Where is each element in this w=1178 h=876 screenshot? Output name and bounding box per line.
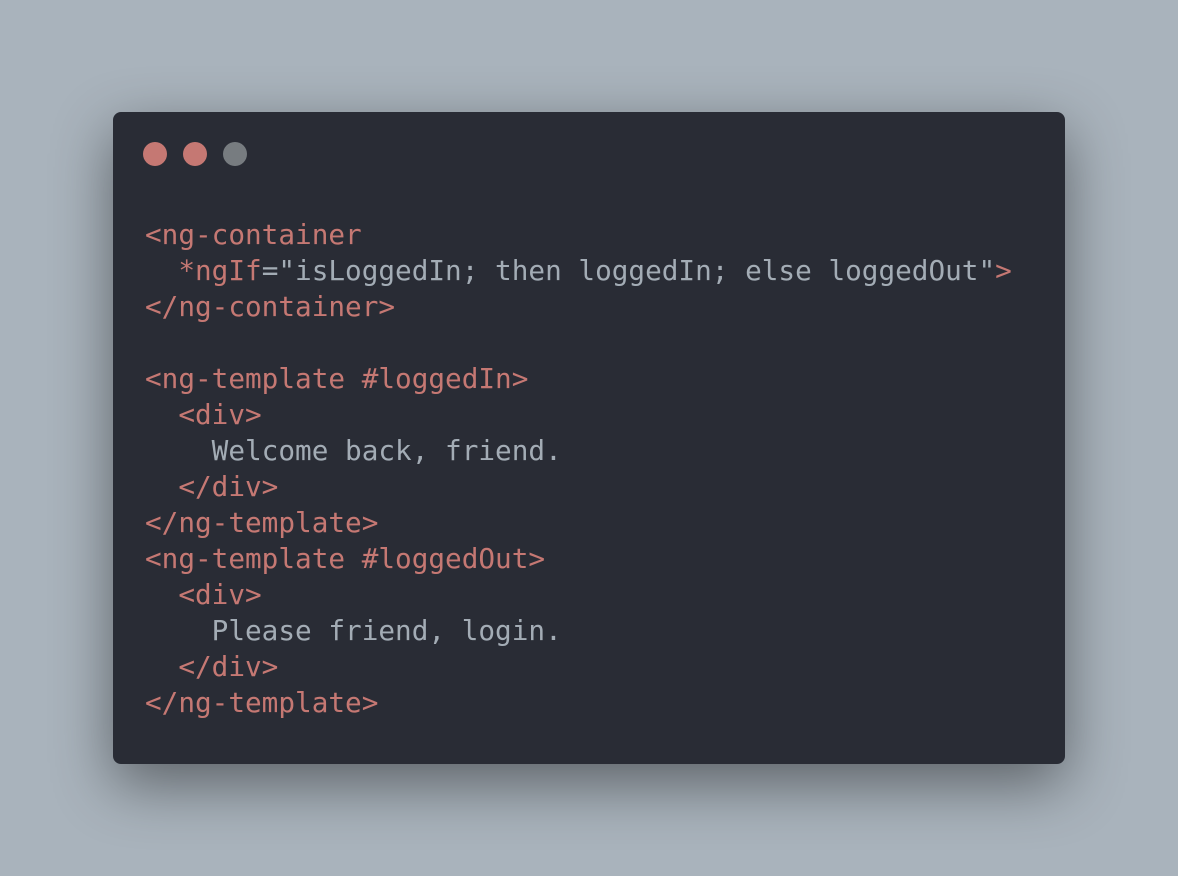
code-line: <ng-template #loggedIn> bbox=[145, 361, 1012, 397]
code-token-tag: <div> bbox=[145, 578, 262, 611]
minimize-dot-icon bbox=[183, 142, 207, 166]
code-line: <div> bbox=[145, 577, 1012, 613]
code-token-tag: </div> bbox=[145, 470, 279, 503]
code-token-tag: </ng-template> bbox=[145, 686, 379, 719]
code-token-tag: </div> bbox=[145, 650, 279, 683]
code-line: Please friend, login. bbox=[145, 613, 1012, 649]
code-token-tag: <div> bbox=[145, 398, 262, 431]
code-line: <div> bbox=[145, 397, 1012, 433]
code-token-tag: <ng-template #loggedOut> bbox=[145, 542, 546, 575]
code-line: <ng-container bbox=[145, 217, 1012, 253]
code-token-tag: *ngIf bbox=[145, 254, 262, 287]
code-line: </div> bbox=[145, 469, 1012, 505]
maximize-dot-icon bbox=[223, 142, 247, 166]
code-window: <ng-container *ngIf="isLoggedIn; then lo… bbox=[113, 112, 1065, 764]
code-line: Welcome back, friend. bbox=[145, 433, 1012, 469]
code-line: </ng-container> bbox=[145, 289, 1012, 325]
code-token-text: Welcome back, friend. bbox=[145, 434, 562, 467]
code-token-tag: > bbox=[995, 254, 1012, 287]
code-token-text: ="isLoggedIn; then loggedIn; else logged… bbox=[261, 254, 996, 287]
code-line: <ng-template #loggedOut> bbox=[145, 541, 1012, 577]
code-line: </ng-template> bbox=[145, 685, 1012, 721]
code-token-tag: </ng-template> bbox=[145, 506, 379, 539]
code-token-tag: <ng-template #loggedIn> bbox=[145, 362, 529, 395]
code-token-tag: <ng-container bbox=[145, 218, 362, 251]
code-line: </ng-template> bbox=[145, 505, 1012, 541]
code-line: *ngIf="isLoggedIn; then loggedIn; else l… bbox=[145, 253, 1012, 289]
code-block: <ng-container *ngIf="isLoggedIn; then lo… bbox=[145, 217, 1012, 721]
code-line: </div> bbox=[145, 649, 1012, 685]
code-token-text: Please friend, login. bbox=[145, 614, 562, 647]
code-token-tag: </ng-container> bbox=[145, 290, 396, 323]
close-dot-icon bbox=[143, 142, 167, 166]
